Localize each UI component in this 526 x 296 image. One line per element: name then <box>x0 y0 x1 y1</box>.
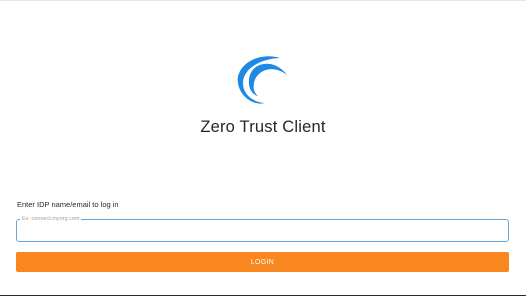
app-title: Zero Trust Client <box>200 118 326 136</box>
login-prompt-label: Enter IDP name/email to log in <box>17 200 119 209</box>
idp-input-container[interactable] <box>16 219 509 242</box>
swoosh-logo-icon <box>237 56 287 104</box>
window-top-border <box>0 0 526 1</box>
idp-input-placeholder: Ex: connect.myorg.com <box>20 215 82 223</box>
idp-input[interactable] <box>21 228 501 240</box>
login-button[interactable]: LOGIN <box>16 252 509 272</box>
